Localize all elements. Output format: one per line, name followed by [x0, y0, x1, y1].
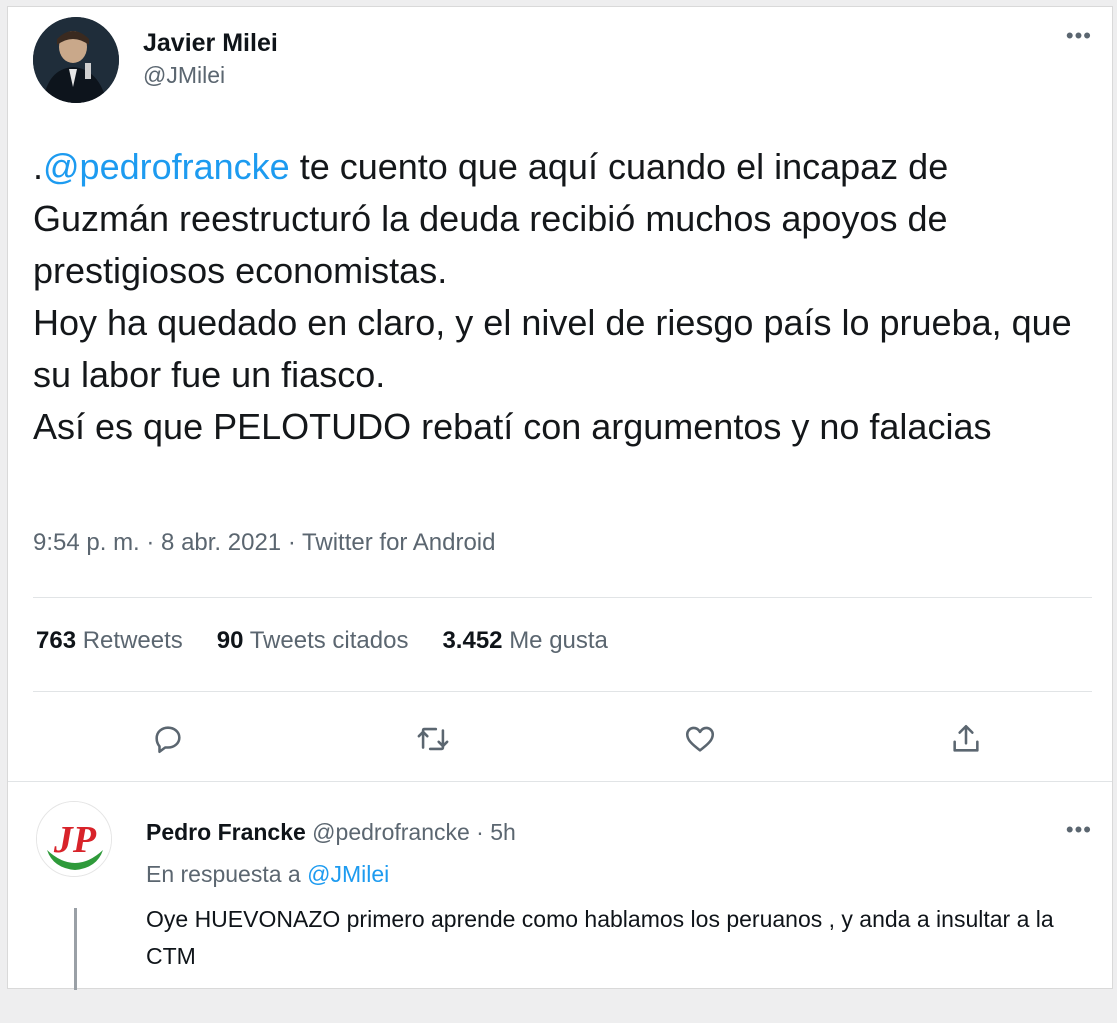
share-icon[interactable] [944, 717, 988, 761]
avatar[interactable] [33, 17, 119, 103]
more-options-icon[interactable]: ••• [1066, 817, 1092, 843]
reply-author-name[interactable]: Pedro Francke [146, 819, 306, 845]
reply-text: Oye HUEVONAZO primero aprende como habla… [146, 906, 1054, 969]
tweet-text: .@pedrofrancke te cuento que aquí cuando… [33, 141, 1093, 453]
retweet-icon[interactable] [411, 717, 455, 761]
quotes-label: Tweets citados [249, 627, 409, 654]
tweet-text-body: te cuento que aquí cuando el incapaz de … [33, 146, 1072, 447]
reply-header: Pedro Francke @pedrofrancke · 5h [146, 817, 516, 847]
author-info: Javier Milei @JMilei [143, 27, 278, 91]
retweets-stat[interactable]: 763 Retweets [36, 627, 183, 655]
likes-count: 3.452 [442, 627, 503, 654]
thread-line [74, 908, 77, 990]
tweet-meta[interactable]: 9:54 p. m. · 8 abr. 2021 · Twitter for A… [33, 529, 495, 557]
likes-stat[interactable]: 3.452 Me gusta [442, 627, 607, 655]
avatar[interactable]: JP [36, 801, 112, 877]
avatar-photo-icon [33, 17, 119, 103]
action-bar [8, 717, 1112, 773]
reply-to-handle[interactable]: @JMilei [307, 861, 389, 887]
divider [33, 691, 1092, 692]
divider [33, 597, 1092, 598]
author-handle[interactable]: @JMilei [143, 59, 278, 91]
reply-handle-time[interactable]: @pedrofrancke · 5h [306, 819, 516, 845]
tweet-text-prefix: . [33, 146, 44, 187]
reply-icon[interactable] [146, 717, 190, 761]
main-tweet: Javier Milei @JMilei ••• .@pedrofrancke … [8, 7, 1112, 782]
quotes-count: 90 [216, 627, 244, 654]
tweet-card: Javier Milei @JMilei ••• .@pedrofrancke … [7, 6, 1113, 990]
retweets-count: 763 [36, 627, 77, 654]
mention-link[interactable]: @pedrofrancke [43, 146, 290, 187]
like-icon[interactable] [678, 717, 722, 761]
jp-logo-icon: JP [37, 802, 111, 876]
retweets-label: Retweets [82, 627, 183, 654]
reply-tweet: JP Pedro Francke @pedrofrancke · 5h ••• … [8, 783, 1112, 990]
more-options-icon[interactable]: ••• [1066, 23, 1092, 49]
jp-logo-text: JP [53, 819, 97, 861]
quotes-stat[interactable]: 90 Tweets citados [217, 627, 409, 655]
reply-to-line: En respuesta a @JMilei [146, 861, 389, 888]
reply-to-label: En respuesta a [146, 861, 308, 887]
tweet-stats: 763 Retweets 90 Tweets citados 3.452 Me … [36, 627, 608, 655]
likes-label: Me gusta [509, 627, 608, 654]
author-name[interactable]: Javier Milei [143, 27, 278, 59]
